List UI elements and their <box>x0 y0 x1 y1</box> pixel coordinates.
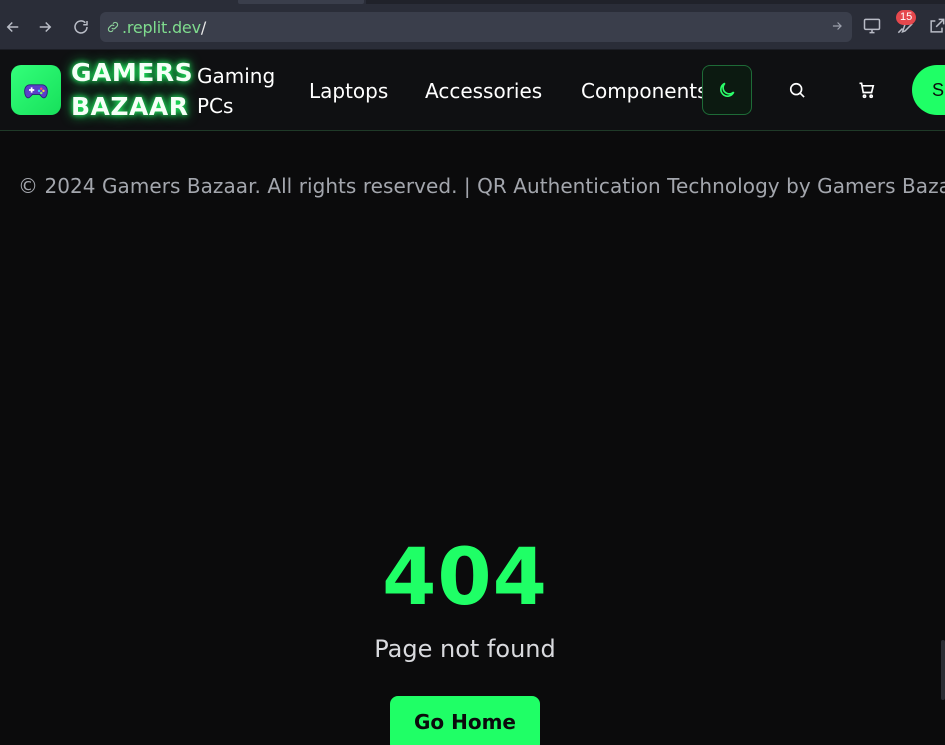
url-host: .replit.dev <box>122 17 201 37</box>
url-path: / <box>200 17 207 37</box>
nav-laptops[interactable]: Laptops <box>309 79 388 103</box>
signin-button[interactable]: S <box>912 65 945 115</box>
browser-toolbar: .replit.dev/ 15 <box>0 0 945 50</box>
go-arrow-icon[interactable] <box>830 19 844 38</box>
nav-accessories[interactable]: Accessories <box>425 79 542 103</box>
notification-badge: 15 <box>896 10 917 25</box>
back-arrow-icon <box>6 21 19 33</box>
browser-tab[interactable] <box>238 0 364 4</box>
footer-copyright: © 2024 Gamers Bazaar. All rights reserve… <box>18 174 945 198</box>
address-bar[interactable]: .replit.dev / <box>100 12 852 42</box>
brand-name-line1[interactable]: GAMERS <box>71 58 193 87</box>
site-header: GAMERS BAZAAR Gaming PCs Laptops Accesso… <box>0 50 945 131</box>
browser-tabstrip <box>366 0 945 4</box>
search-button[interactable] <box>787 80 807 100</box>
reload-icon <box>74 20 88 34</box>
gamepad-icon <box>24 84 48 99</box>
reload-button[interactable] <box>68 14 94 40</box>
nav-gaming-pcs-line2[interactable]: PCs <box>197 94 233 118</box>
scrollbar[interactable] <box>941 640 945 700</box>
cart-icon <box>859 82 875 99</box>
error-code: 404 <box>382 533 548 623</box>
error-message: Page not found <box>374 635 556 663</box>
brand-name-line2[interactable]: BAZAAR <box>71 92 188 121</box>
open-external-icon[interactable] <box>927 16 945 41</box>
cart-button[interactable] <box>857 80 877 100</box>
search-icon <box>789 82 805 98</box>
forward-button[interactable] <box>32 14 58 40</box>
theme-toggle-button[interactable] <box>702 65 752 115</box>
moon-icon <box>720 82 735 97</box>
nav-gaming-pcs-line1[interactable]: Gaming <box>197 64 275 88</box>
cast-icon[interactable] <box>862 16 882 41</box>
forward-arrow-icon <box>39 21 52 33</box>
go-home-button[interactable]: Go Home <box>390 696 540 745</box>
nav-components[interactable]: Components <box>581 79 708 103</box>
link-icon <box>106 20 120 34</box>
logo[interactable] <box>11 65 61 115</box>
back-button[interactable] <box>0 14 26 40</box>
